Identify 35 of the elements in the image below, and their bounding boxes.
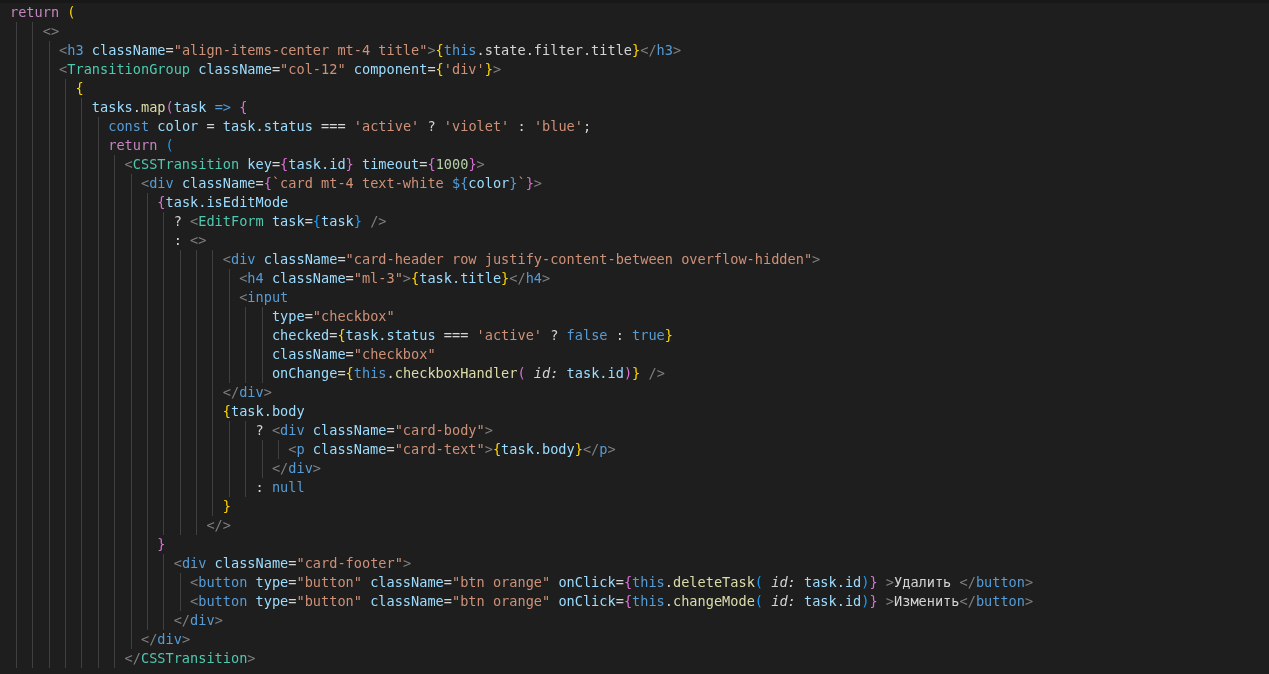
code-line: <CSSTransition key={task.id} timeout={1000}> — [124, 155, 485, 174]
code-line: </div> — [140, 630, 191, 649]
code-line: </CSSTransition> — [124, 649, 256, 668]
code-line: checked={task.status === 'active' ? false : true} — [271, 326, 673, 345]
code-line: <button type="button" className="btn orange" onClick={this.deleteTask( id: task.id)} >Удалить </button> — [190, 573, 1034, 592]
code-line: <div className="card-header row justify-content-between overflow-hidden"> — [222, 250, 821, 269]
code-line: } — [157, 535, 166, 554]
code-line: <h3 className="align-items-center mt-4 title">{this.state.filter.title}</h3> — [59, 41, 682, 60]
code-line: tasks.map(task => { — [91, 98, 248, 117]
code-line: <TransitionGroup className="col-12" component={'div'}> — [59, 60, 502, 79]
code-line: <h4 className="ml-3">{task.title}</h4> — [239, 269, 551, 288]
code-line: </> — [206, 516, 231, 535]
code-line: return ( — [10, 3, 76, 22]
code-line: return ( — [108, 136, 174, 155]
code-line: : null — [255, 478, 305, 497]
code-line: {task.body — [222, 402, 305, 421]
code-line: {task.isEditMode — [157, 193, 289, 212]
code-line: : <> — [173, 231, 207, 250]
code-line: className="checkbox" — [271, 345, 436, 364]
code-line: onChange={this.checkboxHandler( id: task.id)} /> — [271, 364, 665, 383]
code-line: ? <EditForm task={task} /> — [173, 212, 387, 231]
code-line: <div className={`card mt-4 text-white ${color}`}> — [140, 174, 543, 193]
code-line: <input — [239, 288, 289, 307]
code-line: </div> — [222, 383, 272, 402]
code-line: const color = task.status === 'active' ? 'violet' : 'blue'; — [108, 117, 592, 136]
code-line: </div> — [173, 611, 223, 630]
code-line: <> — [42, 22, 60, 41]
code-line: type="checkbox" — [271, 307, 395, 326]
code-line: { — [75, 79, 84, 98]
code-line: </div> — [271, 459, 322, 478]
code-line: <div className="card-footer"> — [173, 554, 412, 573]
code-line: <button type="button" className="btn orange" onClick={this.changeMode( id: task.id)} >Изменить</button> — [190, 592, 1034, 611]
code-line: <p className="card-text">{task.body}</p> — [288, 440, 616, 459]
code-line: ? <div className="card-body"> — [255, 421, 493, 440]
code-line: } — [222, 497, 231, 516]
